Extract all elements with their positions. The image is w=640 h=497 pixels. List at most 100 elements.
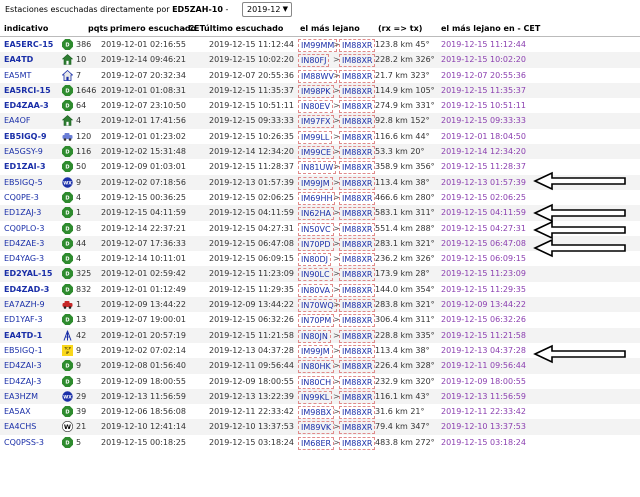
col-header-pqts[interactable]: pqts <box>88 24 108 33</box>
farthest-time-link[interactable]: 2019-12-15 10:51:11 <box>441 98 526 113</box>
rx-locator-link[interactable]: IM69HH <box>298 191 336 205</box>
tx-locator-link[interactable]: IM88XR <box>339 436 376 450</box>
tx-locator-link[interactable]: IM88XR <box>339 329 376 343</box>
rx-locator-link[interactable]: IM99LL <box>298 130 333 144</box>
farthest-time-link[interactable]: 2019-12-07 20:55:36 <box>441 68 526 83</box>
period-select[interactable]: 2019-12 ▼ <box>242 2 292 17</box>
farthest-time-link[interactable]: 2019-12-15 04:27:31 <box>441 221 526 236</box>
callsign-link[interactable]: CQ0PSS-3 <box>4 435 44 450</box>
tx-locator-link[interactable]: IM88XR <box>339 360 376 374</box>
callsign-link[interactable]: ED4ZAA-3 <box>4 98 49 113</box>
rx-locator-link[interactable]: IN80VA <box>298 283 333 297</box>
col-header-indicativo[interactable]: indicativo <box>4 24 48 33</box>
tx-locator-link[interactable]: IM88XR <box>339 237 376 251</box>
rx-locator-link[interactable]: IN80FJ <box>298 54 330 68</box>
callsign-link[interactable]: CQ0PE-3 <box>4 190 39 205</box>
rx-locator-link[interactable]: IN80EV <box>298 100 334 114</box>
farthest-time-link[interactable]: 2019-12-15 03:18:24 <box>441 435 526 450</box>
tx-locator-link[interactable]: IM88XR <box>339 54 376 68</box>
tx-locator-link[interactable]: IM88XR <box>339 130 376 144</box>
rx-locator-link[interactable]: IM97FX <box>298 115 334 129</box>
rx-locator-link[interactable]: IN62HA <box>298 207 335 221</box>
tx-locator-link[interactable]: IM88XR <box>339 314 376 328</box>
rx-locator-link[interactable]: IM89VK <box>298 421 335 435</box>
farthest-time-link[interactable]: 2019-12-15 06:32:26 <box>441 312 526 327</box>
col-header-rx[interactable]: (rx => tx) <box>378 24 422 33</box>
tx-locator-link[interactable]: IM88XR <box>339 207 376 221</box>
tx-locator-link[interactable]: IM88XR <box>339 390 376 404</box>
col-header-lejano[interactable]: el más lejano <box>300 24 360 33</box>
callsign-link[interactable]: EA3HZM <box>4 389 38 404</box>
tx-locator-link[interactable]: IM88XR <box>339 39 376 52</box>
col-header-ultimo[interactable]: - CETúltimo escuchado <box>182 24 283 33</box>
tx-locator-link[interactable]: IM88XR <box>339 406 376 420</box>
rx-locator-link[interactable]: IM99JM <box>298 176 333 190</box>
rx-locator-link[interactable]: IN70WQ <box>298 299 337 313</box>
farthest-time-link[interactable]: 2019-12-11 09:56:44 <box>441 358 526 373</box>
callsign-link[interactable]: EA5RCI-15 <box>4 83 51 98</box>
farthest-time-link[interactable]: 2019-12-13 11:56:59 <box>441 389 526 404</box>
rx-locator-link[interactable]: IM98BX <box>298 406 335 420</box>
rx-locator-link[interactable]: IN50VC <box>298 222 334 236</box>
tx-locator-link[interactable]: IM88XR <box>339 69 376 83</box>
callsign-link[interactable]: EB5IGQ-5 <box>4 175 43 190</box>
callsign-link[interactable]: EA4TD-1 <box>4 328 42 343</box>
tx-locator-link[interactable]: IM88XR <box>339 115 376 129</box>
rx-locator-link[interactable]: IN70PD <box>298 237 334 251</box>
callsign-link[interactable]: ED4ZAE-3 <box>4 236 44 251</box>
rx-locator-link[interactable]: IN99KL <box>298 390 333 404</box>
tx-locator-link[interactable]: IM88XR <box>339 222 376 236</box>
tx-locator-link[interactable]: IM88XR <box>339 253 376 267</box>
farthest-time-link[interactable]: 2019-12-01 18:04:50 <box>441 129 526 144</box>
tx-locator-link[interactable]: IM88XR <box>339 421 376 435</box>
farthest-time-link[interactable]: 2019-12-15 11:29:35 <box>441 282 526 297</box>
rx-locator-link[interactable]: IM68ER <box>298 436 335 450</box>
tx-locator-link[interactable]: IM88XR <box>339 375 376 389</box>
farthest-time-link[interactable]: 2019-12-13 01:57:39 <box>441 175 526 190</box>
farthest-time-link[interactable]: 2019-12-15 11:23:09 <box>441 266 526 281</box>
tx-locator-link[interactable]: IM88XR <box>339 283 376 297</box>
tx-locator-link[interactable]: IM88XR <box>339 344 376 358</box>
callsign-link[interactable]: ED4ZAD-3 <box>4 282 49 297</box>
rx-locator-link[interactable]: IN81UW <box>298 161 337 175</box>
rx-locator-link[interactable]: IM99MM <box>298 39 338 52</box>
farthest-time-link[interactable]: 2019-12-09 18:00:55 <box>441 374 526 389</box>
callsign-link[interactable]: EA5ERC-15 <box>4 37 53 52</box>
callsign-link[interactable]: EA7AZH-9 <box>4 297 45 312</box>
callsign-link[interactable]: EA4TD <box>4 52 33 67</box>
farthest-time-link[interactable]: 2019-12-15 06:09:15 <box>441 251 526 266</box>
rx-locator-link[interactable]: IN70PM <box>298 314 335 328</box>
callsign-link[interactable]: EA5AX <box>4 404 31 419</box>
callsign-link[interactable]: EB5IGQ-1 <box>4 343 43 358</box>
tx-locator-link[interactable]: IM88XR <box>339 299 376 313</box>
callsign-link[interactable]: ED2YAL-15 <box>4 266 52 281</box>
rx-locator-link[interactable]: IN80HK <box>298 360 334 374</box>
callsign-link[interactable]: ED4ZAJ-3 <box>4 374 41 389</box>
farthest-time-link[interactable]: 2019-12-15 10:02:20 <box>441 52 526 67</box>
tx-locator-link[interactable]: IM88XR <box>339 146 376 160</box>
farthest-time-link[interactable]: 2019-12-15 09:33:33 <box>441 113 526 128</box>
farthest-time-link[interactable]: 2019-12-15 11:35:37 <box>441 83 526 98</box>
rx-locator-link[interactable]: IM98PK <box>298 84 334 98</box>
callsign-link[interactable]: EA5MT <box>4 68 31 83</box>
rx-locator-link[interactable]: IN80DJ <box>298 253 332 267</box>
farthest-time-link[interactable]: 2019-12-09 13:44:22 <box>441 297 526 312</box>
rx-locator-link[interactable]: IM99JM <box>298 344 333 358</box>
rx-locator-link[interactable]: IM99CE <box>298 146 335 160</box>
col-header-lejano-en[interactable]: el más lejano en - CET <box>441 24 540 33</box>
tx-locator-link[interactable]: IM88XR <box>339 176 376 190</box>
farthest-time-link[interactable]: 2019-12-15 04:11:59 <box>441 205 526 220</box>
farthest-time-link[interactable]: 2019-12-15 06:47:08 <box>441 236 526 251</box>
tx-locator-link[interactable]: IM88XR <box>339 268 376 282</box>
farthest-time-link[interactable]: 2019-12-10 13:37:53 <box>441 419 526 434</box>
farthest-time-link[interactable]: 2019-12-15 11:28:37 <box>441 159 526 174</box>
farthest-time-link[interactable]: 2019-12-15 11:21:58 <box>441 328 526 343</box>
tx-locator-link[interactable]: IM88XR <box>339 100 376 114</box>
callsign-link[interactable]: ED1ZAJ-3 <box>4 205 41 220</box>
farthest-time-link[interactable]: 2019-12-15 02:06:25 <box>441 190 526 205</box>
tx-locator-link[interactable]: IM88XR <box>339 191 376 205</box>
farthest-time-link[interactable]: 2019-12-15 11:12:44 <box>441 37 526 52</box>
tx-locator-link[interactable]: IM88XR <box>339 161 376 175</box>
farthest-time-link[interactable]: 2019-12-11 22:33:42 <box>441 404 526 419</box>
farthest-time-link[interactable]: 2019-12-13 04:37:28 <box>441 343 526 358</box>
